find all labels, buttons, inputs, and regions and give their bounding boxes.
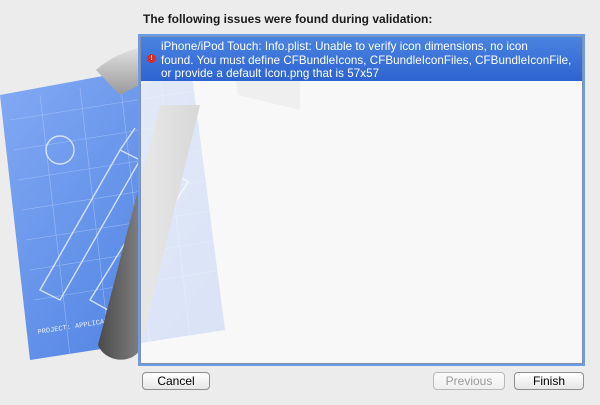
issues-list[interactable]: ! iPhone/iPod Touch: Info.plist: Unable … — [138, 34, 585, 366]
finish-button[interactable]: Finish — [514, 372, 584, 390]
issue-message-line: found. You must define CFBundleIcons, CF… — [161, 53, 572, 67]
issue-message: iPhone/iPod Touch: Info.plist: Unable to… — [161, 40, 574, 81]
blueprint-caption: PROJECT: APPLICATION.APP — [37, 313, 138, 337]
issues-heading: The following issues were found during v… — [143, 12, 433, 26]
issue-row-selected[interactable]: ! iPhone/iPod Touch: Info.plist: Unable … — [141, 37, 582, 81]
error-icon: ! — [147, 54, 156, 63]
issue-message-line: iPhone/iPod Touch: Info.plist: Unable to… — [161, 40, 528, 53]
previous-button[interactable]: Previous — [433, 372, 505, 390]
cancel-button[interactable]: Cancel — [142, 372, 210, 390]
issue-message-line: or provide a default Icon.png that is 57… — [161, 67, 380, 80]
